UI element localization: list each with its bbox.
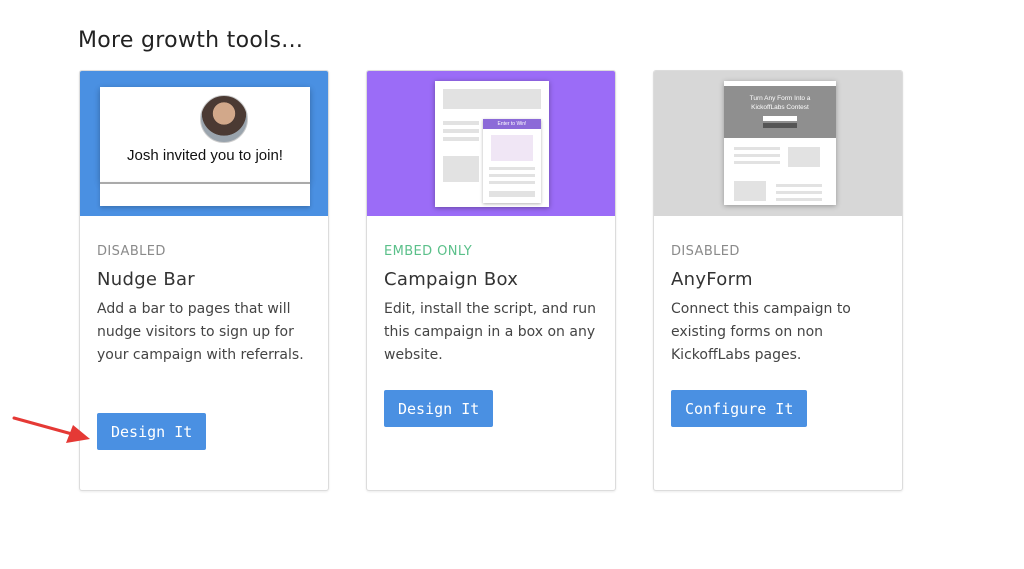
status-label: EMBED ONLY — [384, 244, 473, 259]
anyform-hero-text: Turn Any Form Into a KickoffLabs Contest — [749, 95, 811, 111]
configure-it-button[interactable]: Configure It — [671, 390, 808, 427]
card-description: Connect this campaign to existing forms … — [671, 301, 851, 363]
anyform-hero: Turn Any Form Into a KickoffLabs Contest — [724, 86, 836, 138]
page-mockup: Turn Any Form Into a KickoffLabs Contest — [724, 81, 836, 205]
nudge-preview-strip — [100, 182, 310, 206]
page-title: More growth tools... — [78, 28, 304, 53]
avatar — [200, 95, 248, 143]
card-description: Edit, install the script, and run this c… — [384, 301, 596, 363]
status-label: DISABLED — [97, 244, 166, 259]
popup-heading: Enter to Win! — [483, 119, 541, 129]
annotation-arrow-icon — [12, 416, 90, 443]
nudge-bar-card: Josh invited you to join! DISABLED Nudge… — [79, 70, 329, 491]
campaign-popup-preview: Enter to Win! — [483, 119, 541, 203]
card-title: Nudge Bar — [97, 269, 195, 290]
nudge-preview-text: Josh invited you to join! — [127, 147, 283, 164]
design-it-button[interactable]: Design It — [384, 390, 494, 427]
campaign-box-card: Enter to Win! EMBED ONLY Campaign Box Ed… — [366, 70, 616, 491]
anyform-thumbnail: Turn Any Form Into a KickoffLabs Contest — [654, 71, 902, 216]
card-title: Campaign Box — [384, 269, 519, 290]
card-title: AnyForm — [671, 269, 753, 290]
card-description: Add a bar to pages that will nudge visit… — [97, 301, 304, 363]
status-label: DISABLED — [671, 244, 740, 259]
page-mockup: Enter to Win! — [435, 81, 549, 207]
nudge-preview-box: Josh invited you to join! — [100, 87, 310, 182]
campaign-box-thumbnail: Enter to Win! — [367, 71, 615, 216]
design-it-button[interactable]: Design It — [97, 413, 207, 450]
nudge-bar-thumbnail: Josh invited you to join! — [80, 71, 328, 216]
anyform-card: Turn Any Form Into a KickoffLabs Contest… — [653, 70, 903, 491]
